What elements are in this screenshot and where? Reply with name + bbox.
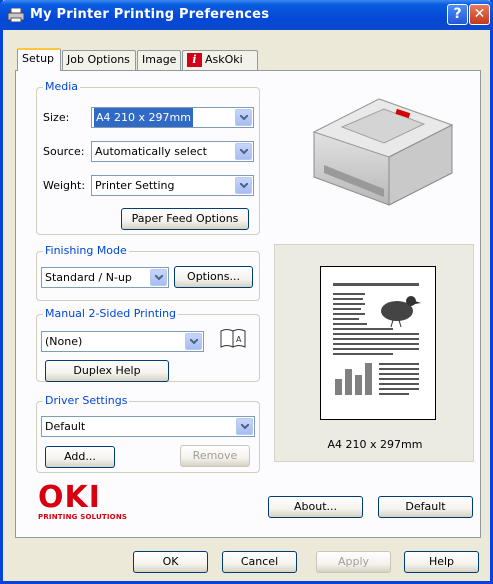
media-group: Media Size: A4 210 x 297mm Source: Autom… (36, 80, 260, 235)
weight-value: Printer Setting (95, 179, 175, 192)
help-title-button[interactable]: ? (447, 4, 468, 25)
ok-button[interactable]: OK (133, 551, 208, 573)
finishing-mode-group: Finishing Mode Standard / N-up Options..… (36, 244, 260, 301)
add-driver-setting-button[interactable]: Add... (45, 446, 115, 468)
oki-tagline: PRINTING SOLUTIONS (38, 513, 128, 521)
manual-duplex-value: (None) (45, 335, 83, 348)
printer-image (312, 98, 454, 206)
help-button[interactable]: Help (404, 551, 479, 573)
size-label: Size: (43, 111, 70, 124)
bar-graphic-icon (335, 363, 372, 395)
finishing-mode-value: Standard / N-up (45, 271, 132, 284)
oki-logo: OKI PRINTING SOLUTIONS (38, 480, 138, 522)
open-book-icon: A (220, 329, 246, 348)
printer-icon (8, 8, 24, 22)
weight-select[interactable]: Printer Setting (91, 175, 254, 196)
cancel-button[interactable]: Cancel (222, 551, 297, 573)
chevron-down-icon[interactable] (185, 333, 202, 350)
apply-button[interactable]: Apply (316, 551, 391, 573)
tab-image-label: Image (142, 53, 177, 66)
chevron-down-icon[interactable] (235, 143, 252, 160)
driver-settings-label: Driver Settings (43, 394, 130, 407)
size-value: A4 210 x 297mm (94, 108, 193, 127)
manual-duplex-group: Manual 2-Sided Printing (None) A Duplex … (36, 307, 260, 382)
preview-caption: A4 210 x 297mm (327, 438, 423, 451)
size-select[interactable]: A4 210 x 297mm (91, 107, 254, 128)
preview-content-graphic (333, 283, 421, 395)
about-button[interactable]: About... (268, 496, 363, 518)
driver-settings-select[interactable]: Default (41, 416, 255, 437)
paper-feed-options-button[interactable]: Paper Feed Options (121, 208, 249, 230)
remove-driver-setting-button[interactable]: Remove (180, 445, 250, 467)
chevron-down-icon[interactable] (236, 418, 253, 435)
page-preview-panel: A4 210 x 297mm (274, 244, 474, 462)
manual-duplex-label: Manual 2-Sided Printing (43, 307, 179, 320)
tab-job-options-label: Job Options (67, 53, 130, 66)
tab-askoki[interactable]: i AskOki (182, 50, 258, 70)
close-button[interactable]: ✕ (469, 4, 490, 25)
source-label: Source: (43, 145, 85, 158)
finishing-mode-label: Finishing Mode (43, 244, 129, 257)
finishing-options-button[interactable]: Options... (174, 266, 253, 288)
window-title: My Printer Printing Preferences (30, 7, 270, 22)
duplex-help-button[interactable]: Duplex Help (45, 360, 169, 382)
tab-setup-label: Setup (22, 52, 55, 65)
bird-icon (381, 296, 421, 328)
tab-setup[interactable]: Setup (17, 48, 61, 71)
tab-image[interactable]: Image (137, 50, 181, 70)
finishing-mode-select[interactable]: Standard / N-up (41, 267, 169, 288)
default-button[interactable]: Default (378, 496, 473, 518)
weight-label: Weight: (43, 179, 86, 192)
oki-logo-text: OKI (38, 480, 101, 515)
title-bar[interactable]: My Printer Printing Preferences ? ✕ (0, 0, 493, 30)
media-group-label: Media (43, 80, 81, 93)
manual-duplex-select[interactable]: (None) (41, 331, 204, 352)
tab-askoki-label: AskOki (205, 53, 243, 66)
page-preview (320, 266, 436, 420)
driver-settings-value: Default (45, 420, 86, 433)
svg-text:A: A (236, 335, 242, 344)
tab-job-options[interactable]: Job Options (62, 50, 136, 70)
chevron-down-icon[interactable] (235, 109, 252, 126)
chevron-down-icon[interactable] (150, 269, 167, 286)
setup-tab-panel: Media Size: A4 210 x 297mm Source: Autom… (15, 70, 481, 538)
printing-preferences-window: My Printer Printing Preferences ? ✕ Setu… (0, 0, 493, 584)
chevron-down-icon[interactable] (235, 177, 252, 194)
source-select[interactable]: Automatically select (91, 141, 254, 162)
source-value: Automatically select (95, 145, 207, 158)
info-book-icon: i (187, 53, 202, 67)
